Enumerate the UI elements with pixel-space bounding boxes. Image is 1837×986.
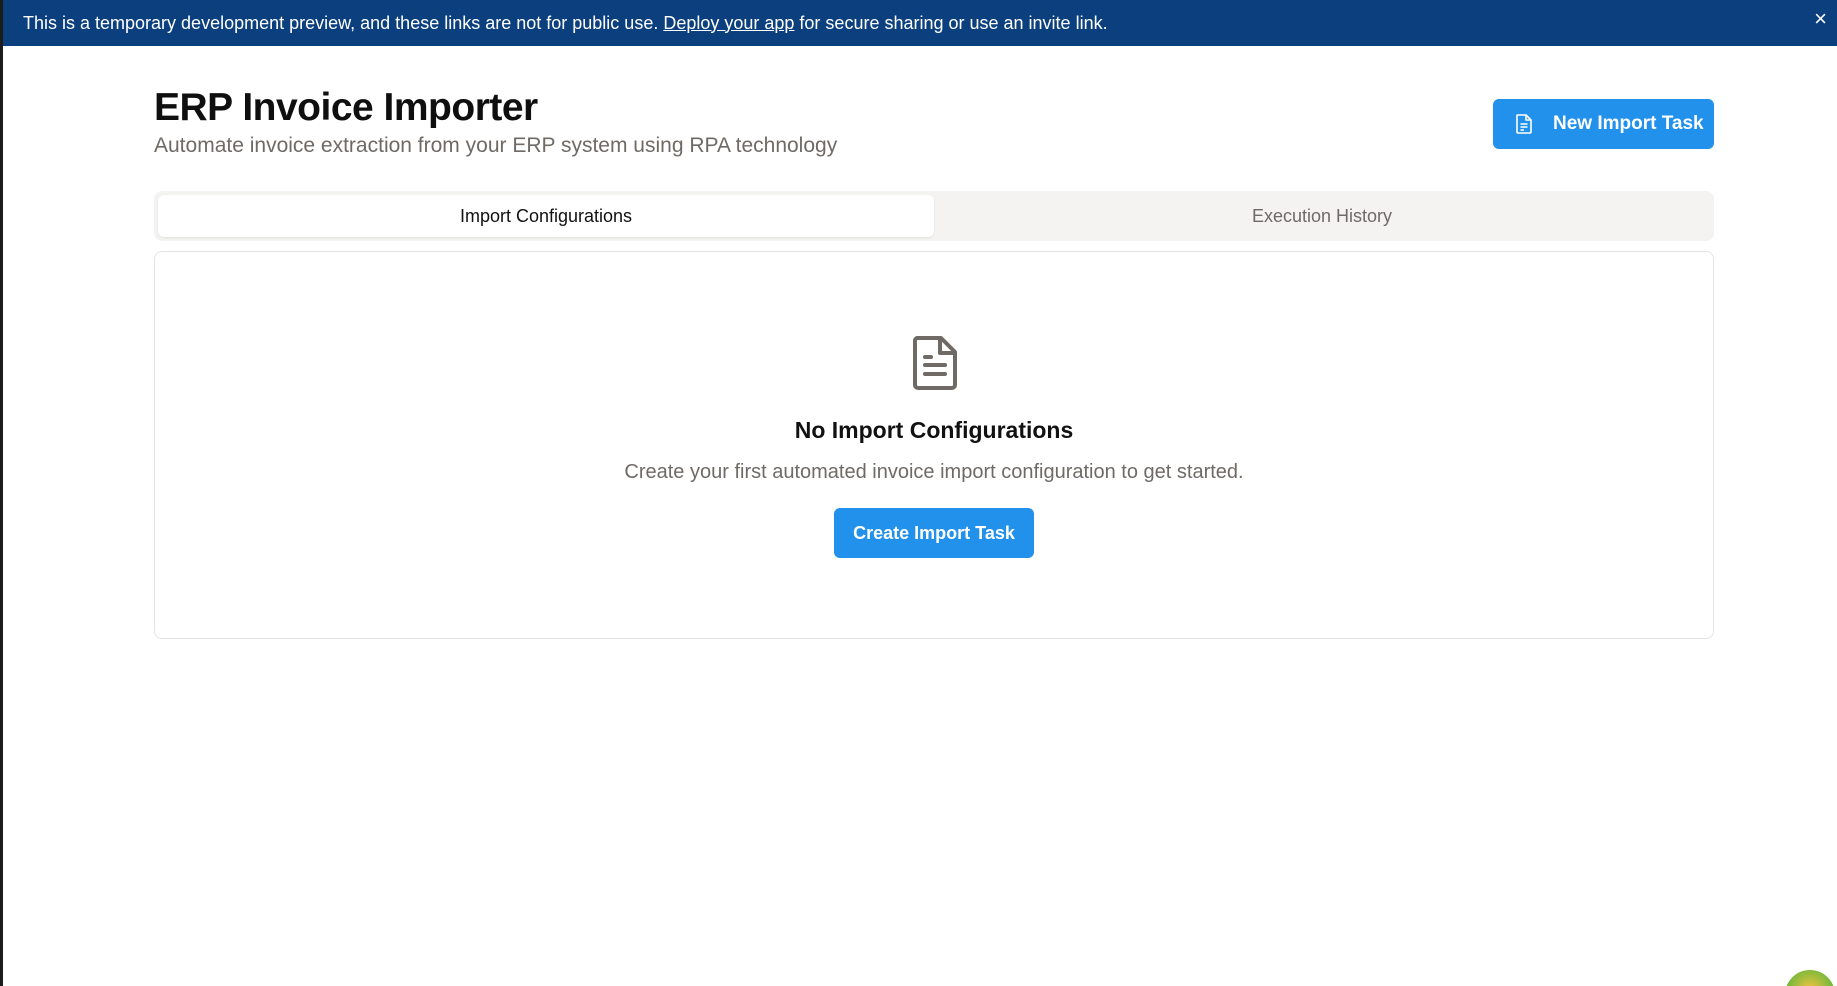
- file-text-icon: [911, 335, 959, 391]
- new-import-task-label: New Import Task: [1553, 113, 1704, 134]
- page-title: ERP Invoice Importer: [154, 86, 538, 129]
- create-import-task-button[interactable]: Create Import Task: [834, 508, 1034, 558]
- preview-banner: This is a temporary development preview,…: [3, 0, 1837, 46]
- empty-state-description: Create your first automated invoice impo…: [624, 461, 1244, 483]
- tab-execution-history[interactable]: Execution History: [934, 195, 1710, 237]
- import-configurations-panel: No Import Configurations Create your fir…: [154, 251, 1714, 639]
- empty-state-title: No Import Configurations: [794, 417, 1074, 443]
- banner-text-after: for secure sharing or use an invite link…: [799, 12, 1108, 33]
- deploy-app-link[interactable]: Deploy your app: [663, 13, 794, 34]
- banner-text: This is a temporary development preview,…: [23, 12, 659, 33]
- app-page: This is a temporary development preview,…: [0, 0, 1837, 986]
- page-subtitle: Automate invoice extraction from your ER…: [154, 134, 838, 157]
- app-badge-circle: [1783, 968, 1837, 986]
- tab-import-configurations[interactable]: Import Configurations: [158, 195, 934, 237]
- file-text-icon: [1515, 114, 1533, 134]
- tab-bar: Import Configurations Execution History: [154, 191, 1714, 241]
- app-badge-icon[interactable]: [1783, 968, 1837, 986]
- close-icon[interactable]: ×: [1814, 8, 1827, 30]
- new-import-task-button[interactable]: New Import Task: [1493, 99, 1714, 149]
